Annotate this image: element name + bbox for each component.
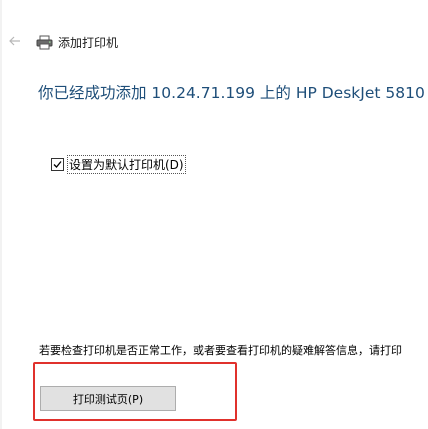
title-bar: 添加打印机 [36,33,118,51]
success-headline: 你已经成功添加 10.24.71.199 上的 HP DeskJet 5810 … [38,84,428,102]
default-printer-label[interactable]: 设置为默认打印机(D) [67,154,186,174]
checkmark-icon [53,160,62,168]
print-test-page-button[interactable]: 打印测试页(P) [40,386,176,411]
default-printer-option[interactable]: 设置为默认打印机(D) [51,154,186,174]
troubleshoot-info-text: 若要检查打印机是否正常工作，或者要查看打印机的疑难解答信息，请打印 [39,344,402,357]
back-button[interactable] [6,33,24,49]
back-arrow-icon [9,36,20,46]
window-left-edge [0,0,2,429]
default-printer-checkbox[interactable] [51,157,64,171]
window-title: 添加打印机 [58,35,119,50]
printer-icon [36,35,53,50]
